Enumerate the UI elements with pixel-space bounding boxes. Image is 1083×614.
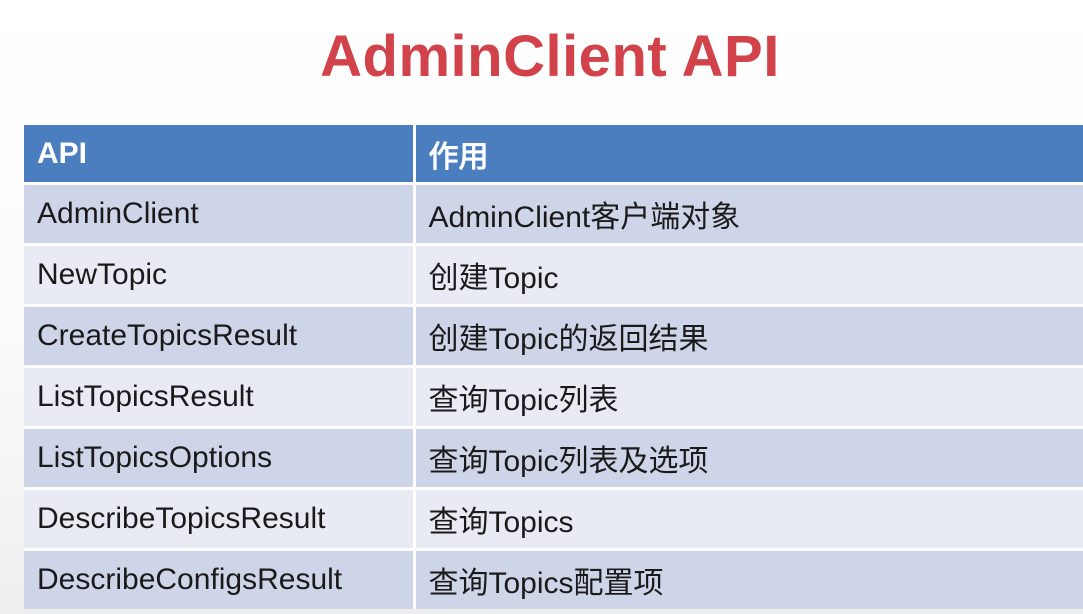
cell-api-usage: 创建Topic bbox=[412, 243, 1083, 306]
table-row: NewTopic 创建Topic bbox=[24, 243, 1083, 306]
cell-api-usage: AdminClient客户端对象 bbox=[412, 182, 1083, 245]
cell-api-usage: 查询Topic列表 bbox=[412, 365, 1083, 428]
table-row: AdminClient AdminClient客户端对象 bbox=[24, 182, 1083, 245]
cell-api-name: DescribeTopicsResult bbox=[24, 487, 414, 550]
cell-api-usage: 查询Topic列表及选项 bbox=[412, 426, 1083, 489]
table-row: ListTopicsResult 查询Topic列表 bbox=[24, 365, 1083, 428]
api-table: API 作用 AdminClient AdminClient客户端对象 NewT… bbox=[24, 125, 1083, 609]
table-row: ListTopicsOptions 查询Topic列表及选项 bbox=[24, 426, 1083, 489]
slide-title: AdminClient API bbox=[320, 24, 780, 89]
cell-api-usage: 创建Topic的返回结果 bbox=[412, 304, 1083, 367]
cell-api-name: AdminClient bbox=[24, 182, 414, 245]
header-api: API bbox=[24, 125, 414, 185]
table-header-row: API 作用 bbox=[24, 125, 1083, 185]
cell-api-name: NewTopic bbox=[24, 243, 414, 306]
cell-api-usage: 查询Topics配置项 bbox=[412, 548, 1083, 609]
table-row: DescribeTopicsResult 查询Topics bbox=[24, 487, 1083, 550]
cell-api-name: CreateTopicsResult bbox=[24, 304, 414, 367]
table-row: CreateTopicsResult 创建Topic的返回结果 bbox=[24, 304, 1083, 367]
cell-api-name: ListTopicsOptions bbox=[24, 426, 414, 489]
cell-api-usage: 查询Topics bbox=[412, 487, 1083, 550]
header-usage: 作用 bbox=[412, 125, 1083, 185]
table-row: DescribeConfigsResult 查询Topics配置项 bbox=[24, 548, 1083, 609]
cell-api-name: ListTopicsResult bbox=[24, 365, 414, 428]
cell-api-name: DescribeConfigsResult bbox=[24, 548, 414, 609]
